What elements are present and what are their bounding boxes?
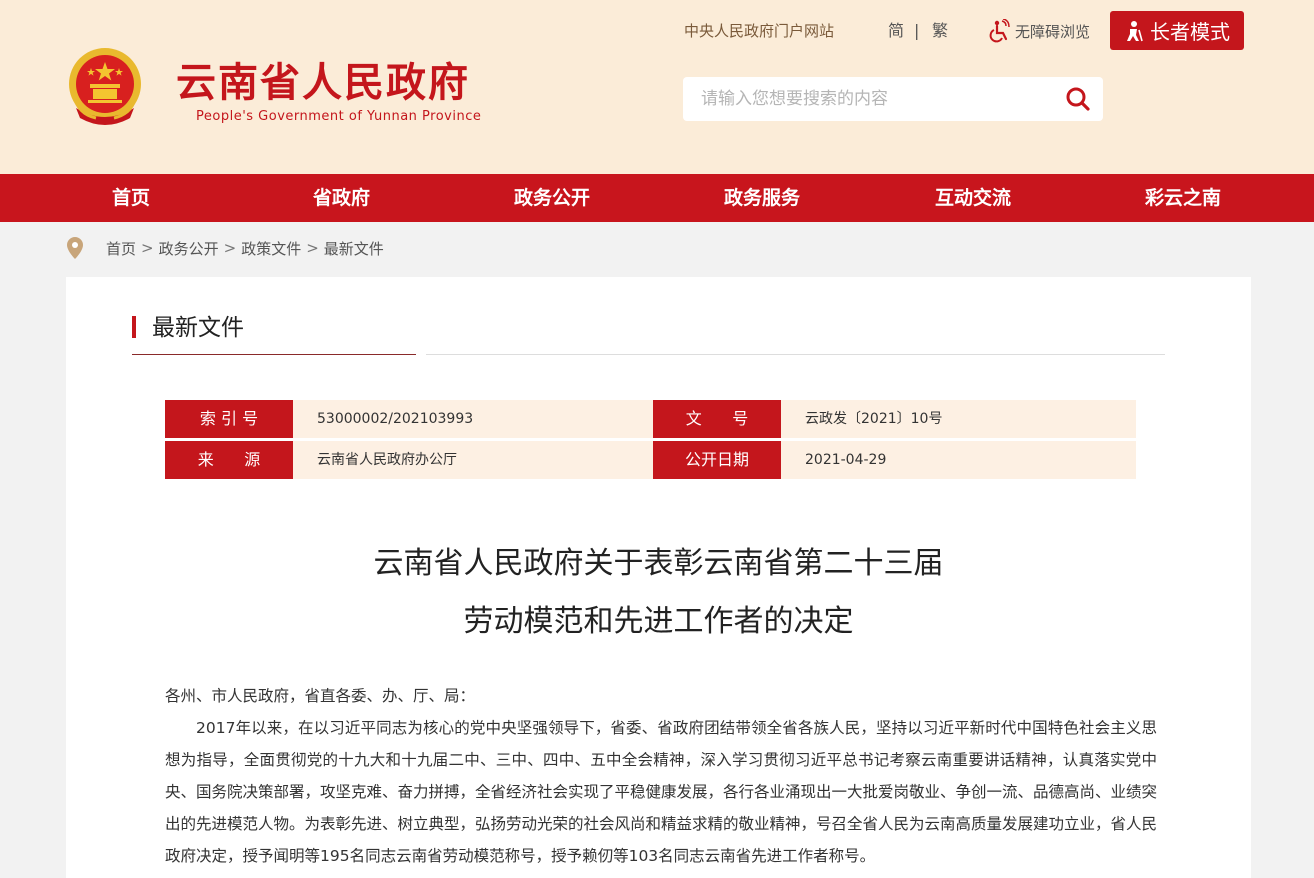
main-nav: 首页 省政府 政务公开 政务服务 互动交流 彩云之南 (0, 174, 1314, 222)
section-accent-bar (132, 316, 136, 338)
section-underline (132, 354, 416, 355)
document-paragraph: 2017年以来，在以习近平同志为核心的党中央坚强领导下，省委、省政府团结带领全省… (165, 719, 1158, 865)
nav-item-home[interactable]: 首页 (112, 174, 150, 222)
location-pin-icon (67, 237, 83, 259)
breadcrumb-home[interactable]: 首页 (106, 238, 136, 259)
index-number-label: 索 引 号 (165, 400, 300, 438)
traditional-chinese-link[interactable]: 繁 (932, 20, 948, 42)
site-subtitle: People's Government of Yunnan Province (196, 109, 482, 124)
site-header: 云南省人民政府 People's Government of Yunnan Pr… (0, 0, 1314, 174)
section-divider (426, 354, 1165, 355)
document-title-line-1: 云南省人民政府关于表彰云南省第二十三届 (373, 546, 944, 581)
breadcrumb-separator: > (306, 239, 319, 257)
breadcrumb-separator: > (223, 239, 237, 257)
search-icon[interactable] (1065, 86, 1091, 112)
source-label: 来 源 (165, 441, 300, 479)
breadcrumb-policy-documents[interactable]: 政策文件 (241, 238, 301, 259)
breadcrumb-government-affairs[interactable]: 政务公开 (159, 238, 219, 259)
nav-item-government-affairs[interactable]: 政务公开 (514, 174, 590, 222)
meta-row: 来 源 云南省人民政府办公厅 公开日期 2021-04-29 (165, 441, 1136, 479)
nav-item-provincial-government[interactable]: 省政府 (313, 174, 370, 222)
document-salutation: 各州、市人民政府，省直各委、办、厅、局： (165, 687, 476, 705)
national-emblem-icon (69, 48, 141, 125)
accessibility-label: 无障碍浏览 (1015, 22, 1091, 41)
search-input[interactable] (701, 77, 1051, 121)
document-number-value: 云政发〔2021〕10号 (781, 400, 1136, 438)
elder-mode-button[interactable]: 长者模式 (1110, 11, 1244, 50)
breadcrumb: 首页 > 政务公开 > 政策文件 > 最新文件 (66, 236, 384, 260)
wheelchair-icon (989, 19, 1010, 43)
central-portal-link[interactable]: 中央人民政府门户网站 (684, 20, 834, 42)
search-box (683, 77, 1103, 121)
index-number-value: 53000002/202103993 (293, 400, 653, 438)
simplified-chinese-link[interactable]: 简 (888, 20, 904, 42)
document-title-line-2: 劳动模范和先进工作者的决定 (463, 604, 854, 639)
publish-date-value: 2021-04-29 (781, 441, 1136, 479)
elder-person-icon (1127, 20, 1143, 41)
document-body: 各州、市人民政府，省直各委、办、厅、局： 2017年以来，在以习近平同志为核心的… (165, 680, 1157, 872)
meta-row: 索 引 号 53000002/202103993 文 号 云政发〔2021〕10… (165, 400, 1136, 438)
section-title: 最新文件 (152, 315, 244, 341)
publish-date-label: 公开日期 (653, 441, 788, 479)
language-separator: | (914, 21, 920, 40)
nav-item-government-services[interactable]: 政务服务 (724, 174, 800, 222)
nav-item-interaction[interactable]: 互动交流 (935, 174, 1011, 222)
accessibility-link[interactable]: 无障碍浏览 (988, 18, 1090, 44)
content-card: 最新文件 索 引 号 53000002/202103993 文 号 云政发〔20… (66, 277, 1251, 878)
breadcrumb-latest-documents[interactable]: 最新文件 (324, 238, 384, 259)
elder-mode-label: 长者模式 (1150, 20, 1230, 44)
source-value: 云南省人民政府办公厅 (293, 441, 653, 479)
site-title[interactable]: 云南省人民政府 (176, 58, 470, 108)
breadcrumb-separator: > (141, 239, 154, 257)
nav-item-colorful-yunnan[interactable]: 彩云之南 (1145, 174, 1221, 222)
document-number-label: 文 号 (653, 400, 788, 438)
